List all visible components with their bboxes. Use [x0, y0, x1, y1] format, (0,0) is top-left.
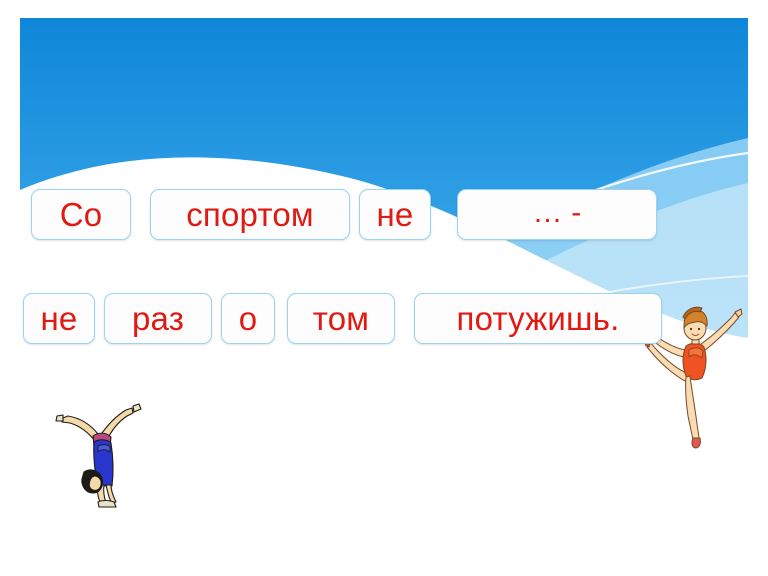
handstand-head [88, 475, 102, 491]
word-card-sportom[interactable]: спортом [150, 189, 350, 240]
gymnast-handstand-illustration [55, 403, 142, 508]
word-card-row-1: Со спортом не … - [31, 189, 657, 240]
word-card-potuzhish[interactable]: потужишь. [414, 293, 662, 344]
standing-eye-right [697, 327, 701, 331]
word-card-ne-second[interactable]: не [23, 293, 95, 344]
standing-leg-support [685, 375, 700, 441]
word-card-ne-first[interactable]: не [359, 189, 431, 240]
word-card-so[interactable]: Со [31, 189, 131, 240]
handstand-foot-left [55, 414, 64, 422]
word-card-row-2: не раз о том потужишь. [23, 293, 662, 344]
standing-eye-left [689, 327, 693, 331]
word-card-o[interactable]: о [221, 293, 275, 344]
word-card-tom[interactable]: том [287, 293, 395, 344]
standing-shoe-support [691, 437, 701, 449]
word-card-raz[interactable]: раз [104, 293, 212, 344]
handstand-foot-right [132, 403, 142, 413]
sky-background-panel [20, 18, 748, 538]
word-card-blank-slot[interactable]: … - [457, 189, 657, 240]
handstand-hands [97, 499, 117, 508]
slide-canvas: Со спортом не … - не раз о том потужишь. [0, 0, 768, 576]
